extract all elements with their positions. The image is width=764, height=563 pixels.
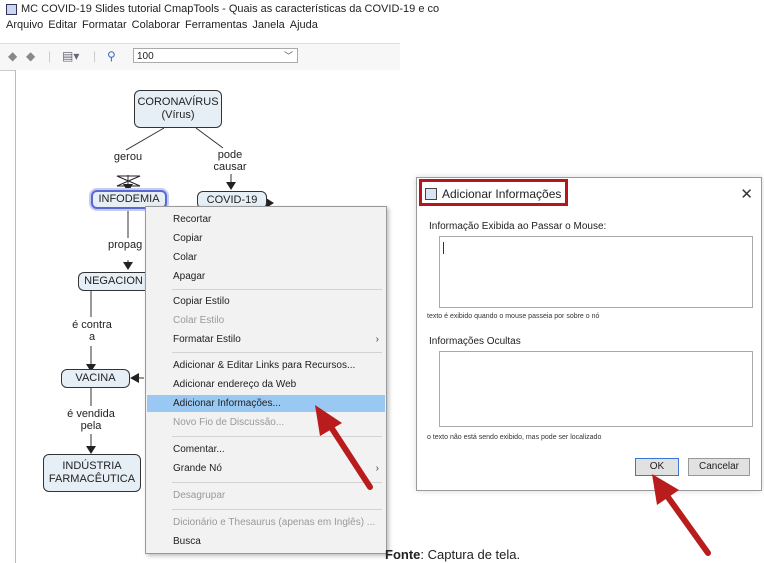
- arrow-to-ok-icon: [652, 474, 711, 556]
- arrow-to-menu-icon: [315, 405, 373, 490]
- annotation-arrows: [315, 405, 711, 556]
